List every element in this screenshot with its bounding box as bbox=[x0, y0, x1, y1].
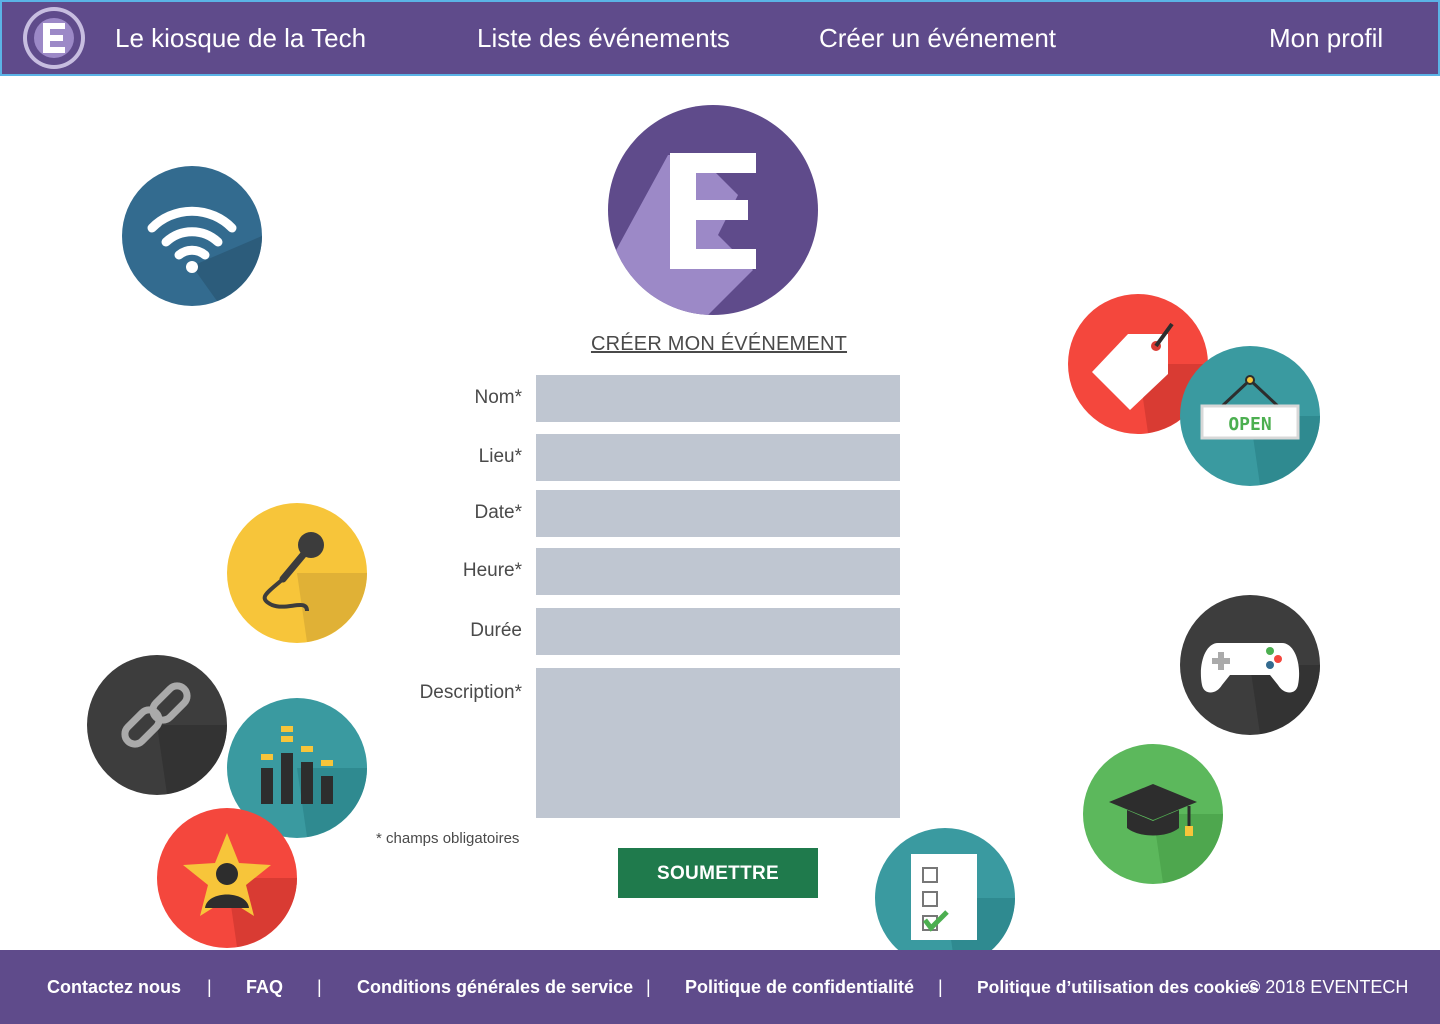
footer-cookies-link[interactable]: Politique d’utilisation des cookies bbox=[977, 977, 1259, 998]
event-logo-icon bbox=[608, 105, 818, 315]
duration-field[interactable] bbox=[536, 608, 900, 655]
description-field[interactable] bbox=[536, 668, 900, 818]
footer-faq-link[interactable]: FAQ bbox=[246, 977, 283, 998]
gamepad-icon bbox=[1180, 595, 1320, 735]
nav-profile-link[interactable]: Mon profil bbox=[1269, 22, 1383, 54]
duration-label: Durée bbox=[470, 620, 522, 641]
link-icon bbox=[87, 655, 227, 795]
footer-privacy-link[interactable]: Politique de confidentialité bbox=[685, 977, 914, 998]
form-title: CRÉER MON ÉVÉNEMENT bbox=[590, 333, 848, 355]
footer-contact-link[interactable]: Contactez nous bbox=[47, 977, 181, 998]
location-label: Lieu* bbox=[478, 446, 522, 467]
microphone-icon bbox=[227, 503, 367, 643]
open-sign-text: OPEN bbox=[1228, 414, 1271, 435]
description-label: Description* bbox=[419, 682, 522, 703]
top-navbar: Le kiosque de la Tech Liste des événemen… bbox=[0, 0, 1440, 76]
star-user-icon bbox=[157, 808, 297, 948]
footer-terms-link[interactable]: Conditions générales de service bbox=[357, 977, 633, 998]
time-field[interactable] bbox=[536, 548, 900, 595]
checklist-icon bbox=[875, 828, 1015, 968]
open-sign-icon: OPEN bbox=[1180, 346, 1320, 486]
footer-separator: | bbox=[646, 977, 651, 997]
footer-separator: | bbox=[317, 977, 322, 997]
submit-button[interactable]: SOUMETTRE bbox=[618, 848, 818, 898]
date-field[interactable] bbox=[536, 490, 900, 537]
wifi-icon bbox=[122, 166, 262, 306]
name-label: Nom* bbox=[474, 387, 522, 408]
footer-separator: | bbox=[207, 977, 212, 997]
nav-events-list-link[interactable]: Liste des événements bbox=[477, 22, 730, 54]
location-field[interactable] bbox=[536, 434, 900, 481]
nav-brand-link[interactable]: Le kiosque de la Tech bbox=[115, 22, 366, 54]
date-label: Date* bbox=[474, 502, 522, 523]
copyright-text: © 2018 EVENTECH bbox=[1247, 977, 1409, 997]
time-label: Heure* bbox=[462, 560, 522, 581]
required-fields-note: * champs obligatoires bbox=[376, 830, 520, 847]
app-logo-icon[interactable] bbox=[22, 6, 86, 70]
graduation-cap-icon bbox=[1083, 744, 1223, 884]
name-field[interactable] bbox=[536, 375, 900, 422]
footer: Contactez nous | FAQ | Conditions généra… bbox=[0, 950, 1440, 1024]
nav-create-event-link[interactable]: Créer un événement bbox=[819, 22, 1056, 54]
footer-separator: | bbox=[938, 977, 943, 997]
